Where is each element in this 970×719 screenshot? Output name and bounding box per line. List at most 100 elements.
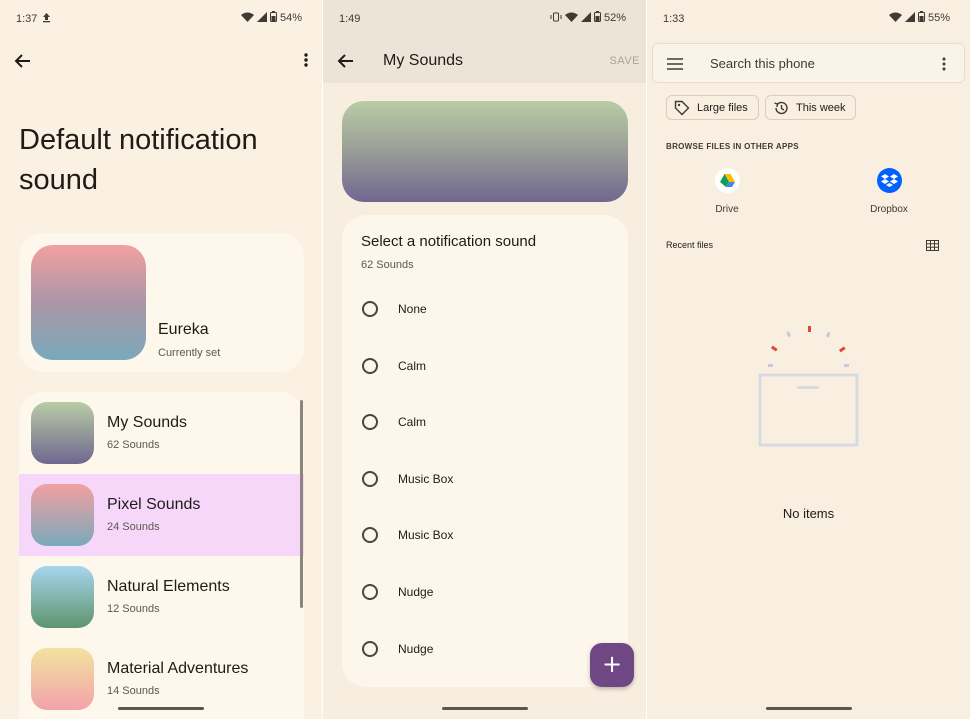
current-sound-name: Eureka: [158, 321, 209, 338]
drive-icon: [715, 168, 740, 193]
back-arrow-icon[interactable]: [335, 50, 357, 72]
category-count: 24 Sounds: [107, 521, 160, 533]
gesture-bar[interactable]: [441, 707, 528, 710]
sound-option[interactable]: Music Box: [342, 460, 628, 500]
large-files-chip[interactable]: Large files: [666, 95, 759, 120]
app-name: Drive: [715, 204, 739, 215]
more-options-icon[interactable]: [941, 57, 947, 73]
recent-files-heading: Recent files: [666, 240, 714, 250]
plus-icon: +: [601, 650, 623, 678]
app-name: Dropbox: [870, 204, 908, 215]
signal-icon: [904, 11, 915, 25]
radio-button[interactable]: [362, 414, 378, 430]
wifi-icon: [240, 12, 254, 25]
category-artwork: [31, 566, 94, 628]
sound-option[interactable]: Nudge: [342, 573, 628, 613]
category-count: 14 Sounds: [107, 685, 160, 697]
sound-option-label: Nudge: [398, 585, 434, 599]
chip-label: Large files: [697, 102, 748, 114]
sound-option-label: Music Box: [398, 472, 454, 486]
scrollbar[interactable]: [300, 400, 303, 608]
sound-option-label: Calm: [398, 415, 427, 429]
category-artwork: [31, 648, 94, 710]
upload-icon: [42, 12, 51, 26]
category-row-my-sounds[interactable]: My Sounds 62 Sounds: [19, 392, 304, 474]
battery-percent: 55%: [927, 12, 950, 24]
picker-count: 62 Sounds: [361, 259, 414, 271]
save-button[interactable]: SAVE: [609, 55, 640, 67]
wifi-icon: [888, 12, 902, 25]
dropbox-icon: [877, 168, 902, 193]
battery-icon: [593, 11, 601, 25]
gesture-bar[interactable]: [765, 707, 852, 710]
radio-button[interactable]: [362, 641, 378, 657]
category-row-natural-elements[interactable]: Natural Elements 12 Sounds: [19, 556, 304, 638]
battery-icon: [269, 11, 277, 25]
radio-button[interactable]: [362, 527, 378, 543]
my-sounds-screen: 1:49 52% My Sounds SAVE Select a notific…: [323, 0, 646, 719]
category-artwork: [31, 402, 94, 464]
category-artwork: [31, 484, 94, 546]
radio-button[interactable]: [362, 584, 378, 600]
sound-category-list: My Sounds 62 Sounds Pixel Sounds 24 Soun…: [19, 392, 304, 719]
category-banner: [342, 101, 628, 202]
status-bar: 1:49 52%: [323, 0, 646, 38]
sound-option-label: Calm: [398, 359, 427, 373]
category-name: Pixel Sounds: [107, 496, 201, 513]
battery-percent: 52%: [603, 12, 626, 24]
battery-percent: 54%: [279, 12, 302, 24]
empty-state-text: No items: [782, 506, 835, 521]
sound-option[interactable]: Nudge: [342, 630, 628, 670]
category-name: Material Adventures: [107, 660, 249, 677]
browse-other-apps-heading: BROWSE FILES IN OTHER APPS: [666, 142, 799, 151]
status-icons: 54%: [240, 11, 302, 25]
category-row-pixel-sounds[interactable]: Pixel Sounds 24 Sounds: [19, 474, 304, 556]
sound-option[interactable]: Calm: [342, 403, 628, 443]
radio-button[interactable]: [362, 471, 378, 487]
files-screen: 1:33 55% Search this phone Large files T…: [647, 0, 970, 719]
vibrate-icon: [550, 12, 562, 25]
signal-icon: [580, 11, 591, 25]
picker-heading: Select a notification sound: [361, 233, 537, 250]
gesture-bar[interactable]: [118, 707, 204, 710]
status-bar: 1:33 55%: [647, 0, 970, 38]
status-time: 1:33: [663, 13, 685, 25]
empty-folder-illustration: [757, 322, 861, 450]
sound-option-label: None: [398, 302, 427, 316]
drive-app-tile[interactable]: Drive: [687, 168, 767, 218]
sound-option[interactable]: None: [342, 290, 628, 330]
battery-icon: [917, 11, 925, 25]
radio-button[interactable]: [362, 301, 378, 317]
chip-label: This week: [796, 102, 846, 114]
category-name: Natural Elements: [107, 578, 230, 595]
sound-option[interactable]: Calm: [342, 347, 628, 387]
back-arrow-icon[interactable]: [12, 50, 34, 72]
status-bar: 1:37 54%: [0, 0, 322, 38]
grid-view-icon[interactable]: [926, 238, 939, 251]
page-title: Default notification sound: [19, 124, 258, 196]
add-sound-button[interactable]: +: [590, 643, 634, 687]
search-input[interactable]: Search this phone: [710, 56, 815, 71]
wifi-icon: [564, 12, 578, 25]
tag-icon: [674, 100, 690, 116]
this-week-chip[interactable]: This week: [765, 95, 856, 120]
more-options-icon[interactable]: [303, 52, 309, 68]
history-icon: [773, 100, 789, 116]
hamburger-menu-icon[interactable]: [667, 57, 683, 70]
current-sound-status: Currently set: [158, 347, 221, 359]
status-time: 1:37: [16, 13, 38, 25]
current-sound-card[interactable]: Eureka Currently set: [19, 233, 304, 372]
signal-icon: [256, 11, 267, 25]
app-bar: My Sounds SAVE: [323, 38, 646, 83]
dropbox-app-tile[interactable]: Dropbox: [849, 168, 929, 218]
sound-option-label: Nudge: [398, 642, 434, 656]
sound-picker-card: Select a notification sound 62 Sounds No…: [342, 215, 628, 687]
category-count: 62 Sounds: [107, 439, 160, 451]
radio-button[interactable]: [362, 358, 378, 374]
search-bar[interactable]: Search this phone: [652, 43, 965, 83]
default-notification-sound-screen: 1:37 54% Default notification sound Eure…: [0, 0, 322, 719]
status-icons: 55%: [888, 11, 950, 25]
current-sound-artwork: [31, 245, 146, 360]
sound-option[interactable]: Music Box: [342, 516, 628, 556]
category-name: My Sounds: [107, 414, 188, 431]
